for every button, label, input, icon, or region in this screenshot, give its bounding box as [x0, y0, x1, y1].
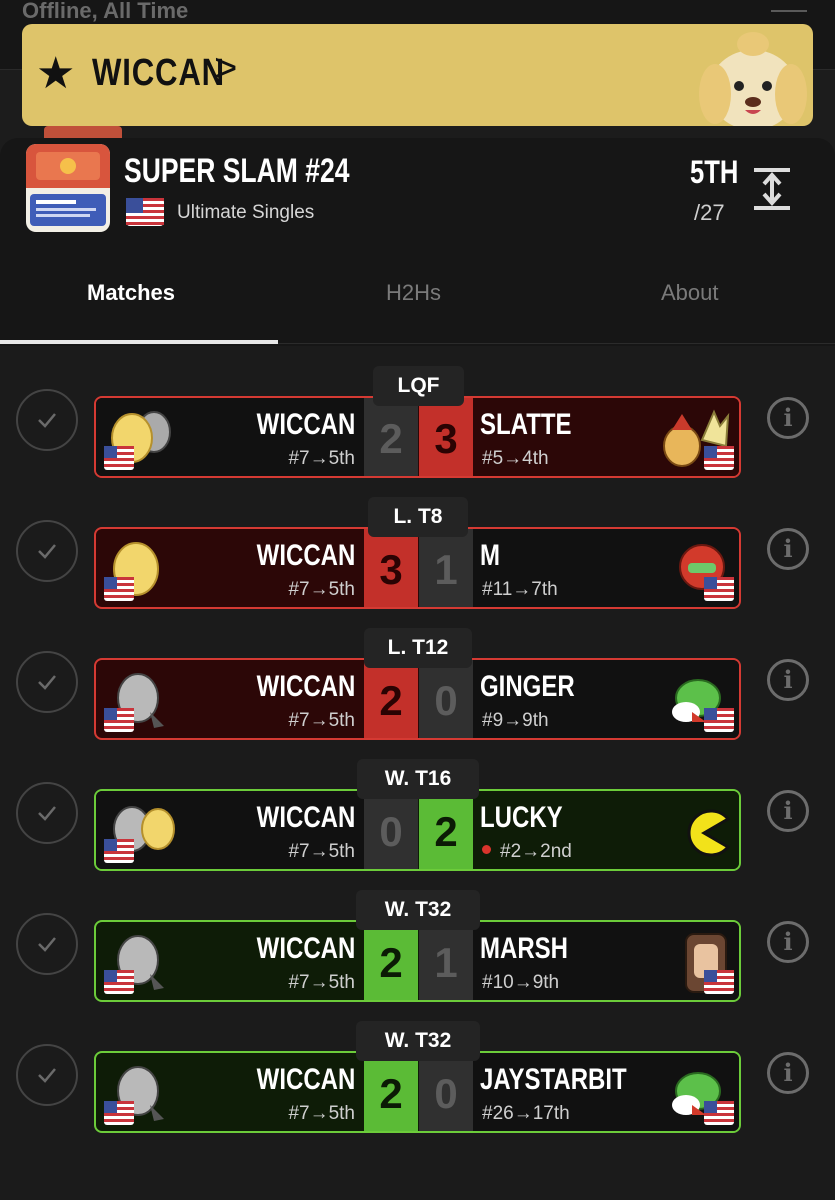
chevron-right-icon: > [214, 46, 238, 90]
check-icon[interactable] [16, 913, 78, 975]
check-icon[interactable] [16, 520, 78, 582]
star-icon: ★ [36, 49, 76, 98]
us-flag-icon [104, 970, 134, 994]
match-row: WICCAN #7→5th 2 3 SLATTE #5→4th LQF i [0, 346, 835, 478]
player-seed: #7→5th [288, 448, 355, 469]
tab-h2hs[interactable]: H2Hs [386, 280, 441, 306]
opponent-seed: #5→4th [482, 448, 549, 469]
opponent-seed: #26→17th [482, 1103, 570, 1124]
event-game: Ultimate Singles [177, 202, 315, 223]
check-icon[interactable] [16, 1044, 78, 1106]
round-label: W. T32 [356, 890, 480, 930]
info-icon[interactable]: i [767, 659, 809, 701]
pac-man-icon [687, 809, 731, 857]
us-flag-icon [104, 577, 134, 601]
us-flag-icon [104, 1101, 134, 1125]
entrant-count: /27 [694, 200, 725, 225]
us-flag-icon [704, 446, 734, 470]
us-flag-icon [104, 839, 134, 863]
placing: 5TH [690, 154, 739, 190]
opponent-score: 0 [419, 660, 473, 738]
opponent-seed: #11→7th [482, 579, 558, 600]
match-row: WICCAN #7→5th 0 2 LUCKY #2→2nd W. T16 i [0, 739, 835, 871]
opponent-name: M [480, 539, 500, 572]
info-icon[interactable]: i [767, 397, 809, 439]
info-icon[interactable]: i [767, 921, 809, 963]
opponent-score: 1 [419, 529, 473, 607]
event-title: SUPER SLAM #24 [124, 152, 350, 190]
player-name: WICCAN [256, 539, 355, 572]
player-seed: #7→5th [288, 579, 355, 600]
match-row: WICCAN #7→5th 2 0 JAYSTARBIT #26→17th W.… [0, 1001, 835, 1133]
player-name: WICCAN [256, 408, 355, 441]
top-seed-dot [482, 845, 491, 855]
check-icon[interactable] [16, 651, 78, 713]
tab-matches[interactable]: Matches [87, 280, 175, 306]
match-card[interactable]: WICCAN #7→5th 2 0 JAYSTARBIT #26→17th [94, 1051, 741, 1133]
info-icon[interactable]: i [767, 790, 809, 832]
round-label: W. T16 [357, 759, 479, 799]
match-card[interactable]: WICCAN #7→5th 2 0 GINGER #9→9th [94, 658, 741, 740]
check-icon[interactable] [16, 389, 78, 451]
round-label: W. T32 [356, 1021, 480, 1061]
player-name: WICCAN [92, 52, 226, 94]
match-row: WICCAN #7→5th 2 0 GINGER #9→9th L. T12 i [0, 608, 835, 740]
player-score: 2 [364, 1053, 418, 1131]
info-icon[interactable]: i [767, 528, 809, 570]
player-name: WICCAN [256, 932, 355, 965]
isabelle-character-icon [699, 32, 807, 126]
tab-active-indicator [0, 340, 278, 344]
round-label: L. T8 [368, 497, 468, 537]
player-name: WICCAN [256, 670, 355, 703]
player-score: 3 [364, 529, 418, 607]
opponent-seed: #10→9th [482, 972, 560, 993]
expand-icon[interactable] [752, 166, 792, 212]
opponent-seed: #2→2nd [482, 841, 572, 863]
opponent-score: 1 [419, 922, 473, 1000]
tab-about[interactable]: About [661, 280, 719, 306]
opponent-name: GINGER [480, 670, 575, 703]
match-card[interactable]: WICCAN #7→5th 2 3 SLATTE #5→4th [94, 396, 741, 478]
player-seed: #7→5th [288, 841, 355, 862]
player-seed: #7→5th [288, 972, 355, 993]
player-score: 2 [364, 398, 418, 476]
match-card[interactable]: WICCAN #7→5th 3 1 M #11→7th [94, 527, 741, 609]
opponent-score: 3 [419, 398, 473, 476]
opponent-score: 0 [419, 1053, 473, 1131]
opponent-name: LUCKY [480, 801, 563, 834]
info-icon[interactable]: i [767, 1052, 809, 1094]
us-flag-icon [126, 198, 164, 226]
opponent-seed: #9→9th [482, 710, 549, 731]
check-icon[interactable] [16, 782, 78, 844]
us-flag-icon [704, 970, 734, 994]
opponent-name: JAYSTARBIT [480, 1063, 627, 1096]
player-name: WICCAN [256, 801, 355, 834]
player-banner[interactable]: ★ WICCAN > [22, 24, 813, 126]
player-score: 2 [364, 922, 418, 1000]
match-row: WICCAN #7→5th 2 1 MARSH #10→9th W. T32 i [0, 870, 835, 1002]
player-name: WICCAN [256, 1063, 355, 1096]
round-label: L. T12 [364, 628, 472, 668]
match-list: WICCAN #7→5th 2 3 SLATTE #5→4th LQF i WI… [0, 346, 835, 1200]
us-flag-icon [704, 1101, 734, 1125]
round-label: LQF [373, 366, 464, 406]
us-flag-icon [104, 708, 134, 732]
player-score: 2 [364, 660, 418, 738]
tab-bar: Matches H2Hs About [0, 258, 835, 344]
us-flag-icon [704, 577, 734, 601]
opponent-name: SLATTE [480, 408, 572, 441]
player-seed: #7→5th [288, 1103, 355, 1124]
match-row: WICCAN #7→5th 3 1 M #11→7th L. T8 i [0, 477, 835, 609]
player-seed: #7→5th [288, 710, 355, 731]
us-flag-icon [704, 708, 734, 732]
player-score: 0 [364, 791, 418, 869]
us-flag-icon [104, 446, 134, 470]
event-thumbnail[interactable] [26, 144, 110, 232]
opponent-name: MARSH [480, 932, 568, 965]
match-card[interactable]: WICCAN #7→5th 2 1 MARSH #10→9th [94, 920, 741, 1002]
match-card[interactable]: WICCAN #7→5th 0 2 LUCKY #2→2nd [94, 789, 741, 871]
opponent-score: 2 [419, 791, 473, 869]
filter-label: Offline, All Time [22, 0, 189, 23]
